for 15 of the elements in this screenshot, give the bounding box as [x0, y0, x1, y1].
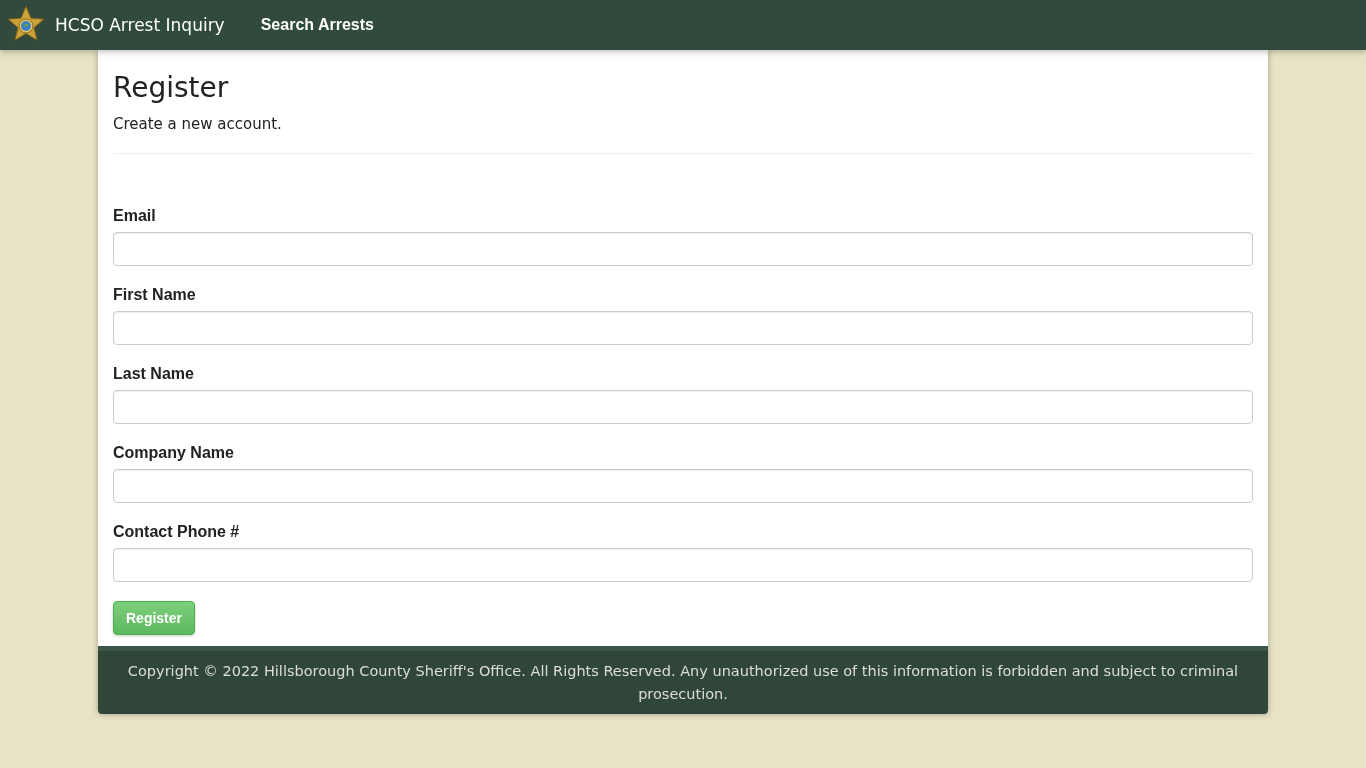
- text-input-field[interactable]: [113, 469, 1253, 503]
- text-input-field[interactable]: [113, 390, 1253, 424]
- text-input-field[interactable]: [113, 548, 1253, 582]
- text-input-field[interactable]: [113, 232, 1253, 266]
- field-label: Company Name: [113, 443, 234, 463]
- field-label: Email: [113, 206, 156, 226]
- page-subtitle: Create a new account.: [113, 114, 283, 134]
- field-label: Last Name: [113, 364, 194, 384]
- field-label: First Name: [113, 285, 196, 305]
- page-title: Register: [113, 71, 230, 105]
- nav-link[interactable]: Search Arrests: [260, 17, 374, 33]
- text-input-field[interactable]: [113, 311, 1253, 345]
- copyright-text: Copyright © 2022 Hillsborough County Sheriff's Office. All Rights Reserved. Any unauthorized use of this information is forbidden and subject to criminal prosecution.: [126, 662, 1240, 704]
- field-label: Contact Phone #: [113, 522, 240, 542]
- brand-title[interactable]: HCSO Arrest Inquiry: [55, 16, 225, 34]
